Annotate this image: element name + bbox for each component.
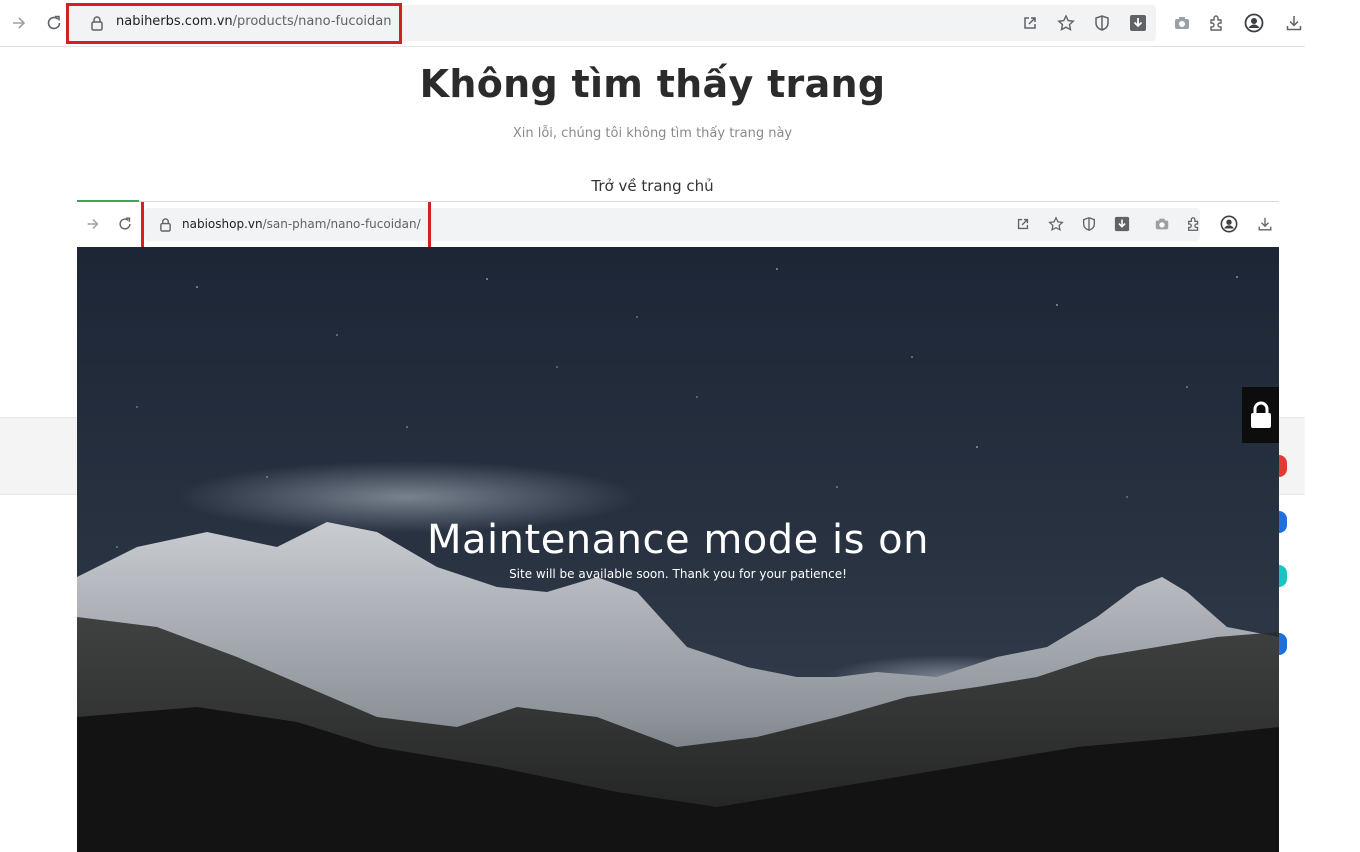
extensions-button[interactable] — [1205, 11, 1229, 35]
forward-arrow-icon — [87, 219, 99, 229]
bookmark-button[interactable] — [1054, 11, 1078, 35]
tab-divider — [77, 201, 1279, 202]
star-icon — [1048, 216, 1064, 232]
floating-contact-button-3[interactable] — [1279, 565, 1287, 587]
share-button[interactable] — [1018, 11, 1042, 35]
inner-profile-button[interactable] — [1217, 212, 1241, 236]
page-subtitle: Xin lỗi, chúng tôi không tìm thấy trang … — [512, 126, 793, 141]
inner-url-host: nabioshop.vn — [182, 217, 263, 231]
floating-contact-button-4[interactable] — [1279, 633, 1287, 655]
star-icon — [1057, 14, 1075, 31]
camera-icon — [1155, 218, 1169, 230]
inner-browser-toolbar: nabioshop.vn/san-pham/nano-fucoidan/ — [77, 202, 1279, 250]
maintenance-subtitle: Site will be available soon. Thank you f… — [509, 567, 847, 581]
share-icon — [1017, 218, 1029, 230]
extension-icon — [1188, 217, 1199, 231]
inner-downloads-button[interactable] — [1253, 212, 1277, 236]
url-path: /products/nano-fucoidan — [232, 14, 392, 29]
inner-screenshot-button[interactable] — [1150, 212, 1174, 236]
download-icon — [1258, 217, 1272, 231]
extension-icon — [1210, 15, 1222, 31]
profile-icon — [1220, 215, 1238, 233]
share-icon — [1024, 17, 1036, 29]
reload-icon — [47, 15, 61, 30]
inner-extensions-button[interactable] — [1182, 212, 1206, 236]
inner-reload-button[interactable] — [112, 211, 138, 237]
inner-bookmark-button[interactable] — [1044, 212, 1068, 236]
embedded-screenshot: nabioshop.vn/san-pham/nano-fucoidan/ Mai… — [77, 202, 1279, 852]
inner-url-text[interactable]: nabioshop.vn/san-pham/nano-fucoidan/ — [182, 217, 421, 231]
download-status-button[interactable] — [1126, 11, 1150, 35]
reload-button[interactable] — [41, 10, 67, 36]
shield-icon — [1095, 15, 1109, 31]
url-text[interactable]: nabiherbs.com.vn/products/nano-fucoidan — [116, 14, 392, 29]
address-bar[interactable]: nabiherbs.com.vn/products/nano-fucoidan — [66, 3, 1156, 44]
screenshot-button[interactable] — [1170, 11, 1194, 35]
page-title: Không tìm thấy trang — [419, 62, 886, 106]
forward-button[interactable] — [6, 10, 32, 36]
maintenance-title: Maintenance mode is on — [427, 517, 929, 563]
maintenance-background-image: Maintenance mode is on Site will be avai… — [77, 247, 1279, 852]
inner-address-bar[interactable]: nabioshop.vn/san-pham/nano-fucoidan/ — [141, 202, 1200, 250]
lock-icon — [1250, 401, 1271, 428]
downloads-button[interactable] — [1282, 11, 1306, 35]
lock-icon — [91, 16, 103, 31]
download-arrow-icon — [1130, 15, 1146, 31]
back-home-link[interactable]: Trở về trang chủ — [0, 177, 1305, 195]
inner-forward-button[interactable] — [80, 211, 106, 237]
camera-icon — [1175, 17, 1189, 29]
profile-button[interactable] — [1242, 11, 1266, 35]
download-arrow-icon — [1114, 216, 1130, 232]
inner-shield-button[interactable] — [1077, 212, 1101, 236]
reload-icon — [119, 217, 131, 230]
floating-contact-button-2[interactable] — [1279, 511, 1287, 533]
download-icon — [1286, 16, 1302, 31]
maintenance-login-tab[interactable] — [1242, 387, 1279, 443]
lock-icon — [160, 218, 171, 232]
shield-icon — [1083, 217, 1095, 231]
inner-share-button[interactable] — [1011, 212, 1035, 236]
shield-button[interactable] — [1090, 11, 1114, 35]
profile-icon — [1244, 13, 1264, 33]
active-tab-indicator — [77, 200, 139, 202]
browser-toolbar: nabiherbs.com.vn/products/nano-fucoidan — [0, 0, 1305, 47]
url-host: nabiherbs.com.vn — [116, 14, 233, 29]
inner-download-status-button[interactable] — [1110, 212, 1134, 236]
forward-arrow-icon — [13, 17, 26, 29]
inner-url-path: /san-pham/nano-fucoidan/ — [262, 217, 421, 231]
